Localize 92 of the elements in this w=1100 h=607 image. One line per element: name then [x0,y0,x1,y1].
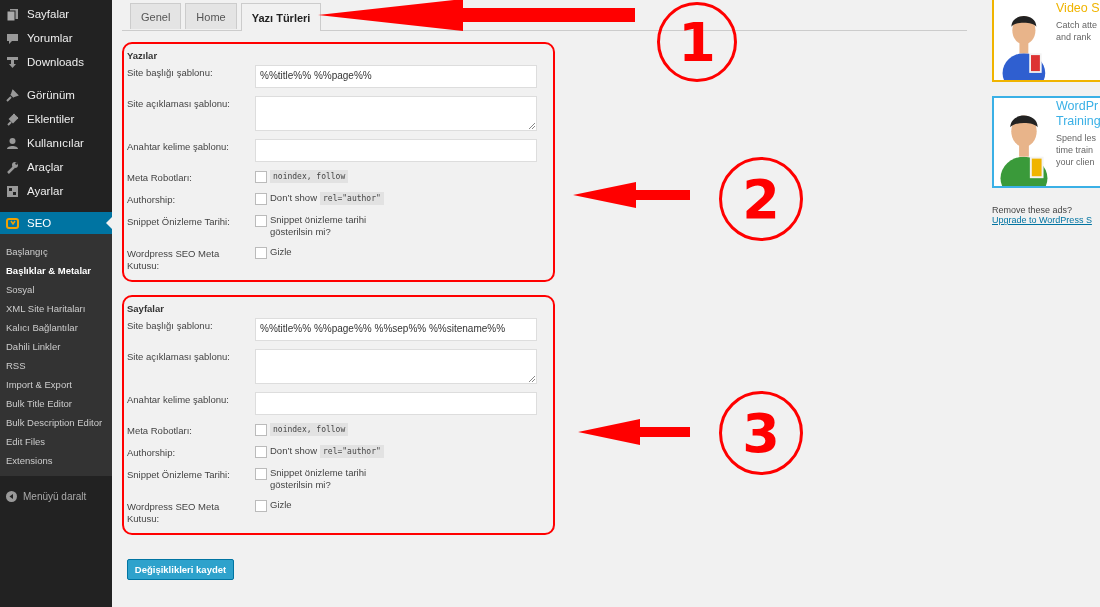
submenu-item[interactable]: Extensions [0,451,112,470]
field-label: Meta Robotları: [127,171,193,184]
checkbox[interactable] [255,468,267,480]
settings-icon [6,184,19,198]
field-label: Site açıklaması şablonu: [127,350,231,363]
submenu-item[interactable]: RSS [0,356,112,375]
checkbox[interactable] [255,500,267,512]
menu-item[interactable]: Downloads [0,50,112,74]
field-label: Wordpress SEO Meta Kutusu: [127,500,221,525]
field-label: Authorship: [127,446,177,459]
plug-icon [6,112,19,126]
text-area[interactable] [255,349,537,384]
input-field[interactable] [255,392,537,415]
download-icon [6,55,19,69]
ad-text: Catch atte [1056,19,1099,31]
field-label: Site açıklaması şablonu: [127,97,231,110]
resize-grip-icon [528,122,535,129]
ad-text: time train [1056,144,1094,156]
submenu-item[interactable]: Başlıklar & Metalar [0,261,112,280]
pin-icon [6,88,19,102]
menu-item[interactable]: Görünüm [0,83,112,107]
checkbox-label: Snippet önizleme tarihi gösterilsin mi? [270,467,368,491]
resize-grip-icon [528,375,535,382]
ad-title: WordPr [1056,99,1100,114]
wrench-icon [6,160,19,174]
checkbox[interactable] [255,446,267,458]
code-text: rel="author" [320,445,384,458]
text-area[interactable] [255,96,537,131]
submenu-item[interactable]: XML Site Haritaları [0,299,112,318]
menu-item[interactable]: Sayfalar [0,2,112,26]
collapse-menu-button[interactable]: Menüyü daralt [0,476,112,502]
code-text: rel="author" [320,192,384,205]
menu-item[interactable]: Yorumlar [0,26,112,50]
ad-title: Video S [1056,1,1100,16]
menu-item[interactable]: Ayarlar [0,179,112,203]
checkbox[interactable] [255,247,267,259]
checkbox[interactable] [255,215,267,227]
document-icon [6,7,19,21]
tab[interactable]: Yazı Türleri [240,3,322,31]
field-label: Wordpress SEO Meta Kutusu: [127,247,221,272]
checkbox[interactable] [255,424,267,436]
field-label: Site başlığı şablonu: [127,66,214,79]
checkbox-label: Don’t show [270,192,317,204]
menu-item[interactable]: Kullanıcılar [0,131,112,155]
user-icon [6,136,19,150]
checkbox[interactable] [255,193,267,205]
field-label: Meta Robotları: [127,424,193,437]
field-label: Site başlığı şablonu: [127,319,214,332]
menu-item[interactable]: Araçlar [0,155,112,179]
number-marker: 1 [657,2,737,82]
submenu-item[interactable]: Bulk Description Editor [0,413,112,432]
section-heading: Sayfalar [127,303,165,314]
ad-banner[interactable]: WordPr Training Spend les time train your clien [992,96,1100,188]
tab[interactable]: Genel [130,3,182,29]
submenu-item[interactable]: Dahili Linkler [0,337,112,356]
field-label: Snippet Önizleme Tarihi: [127,215,231,228]
submenu-item[interactable]: Kalıcı Bağlantılar [0,318,112,337]
submenu-item[interactable]: Edit Files [0,432,112,451]
checkbox-label: Don’t show [270,445,317,457]
ad-text: Spend les [1056,132,1098,144]
submenu-item[interactable]: Sosyal [0,280,112,299]
input-field[interactable]: %%title%% %%page%% %%sep%% %%sitename%% [255,318,537,341]
submenu-item[interactable]: Başlangıç [0,242,112,261]
ad-banner[interactable]: Video S Catch atte and rank [992,0,1100,82]
field-label: Anahtar kelime şablonu: [127,140,230,153]
menu-item[interactable]: Eklentiler [0,107,112,131]
submenu-item[interactable]: Import & Export [0,375,112,394]
section-heading: Yazılar [127,50,159,61]
ad-text: and rank [1056,31,1093,43]
tab[interactable]: Home [185,3,237,29]
field-label: Authorship: [127,193,177,206]
field-label: Anahtar kelime şablonu: [127,393,230,406]
code-text: noindex, follow [270,423,349,436]
upgrade-link[interactable]: Upgrade to WordPress S [992,215,1100,225]
checkbox-label: Gizle [270,499,293,511]
checkbox-label: Gizle [270,246,293,258]
collapse-icon [6,491,17,502]
seo-logo-icon [6,216,19,230]
comment-icon [6,31,19,45]
ads-note: Remove these ads? [992,205,1074,215]
checkbox-label: Snippet önizleme tarihi gösterilsin mi? [270,214,368,238]
field-label: Snippet Önizleme Tarihi: [127,468,231,481]
ad-text: your clien [1056,156,1096,168]
input-field[interactable]: %%title%% %%page%% [255,65,537,88]
checkbox[interactable] [255,171,267,183]
ad-title: Training [1056,114,1100,129]
code-text: noindex, follow [270,170,349,183]
number-marker: 3 [719,391,803,475]
input-field[interactable] [255,139,537,162]
number-marker: 2 [719,157,803,241]
menu-item[interactable]: SEO [0,212,112,234]
submenu-item[interactable]: Bulk Title Editor [0,394,112,413]
